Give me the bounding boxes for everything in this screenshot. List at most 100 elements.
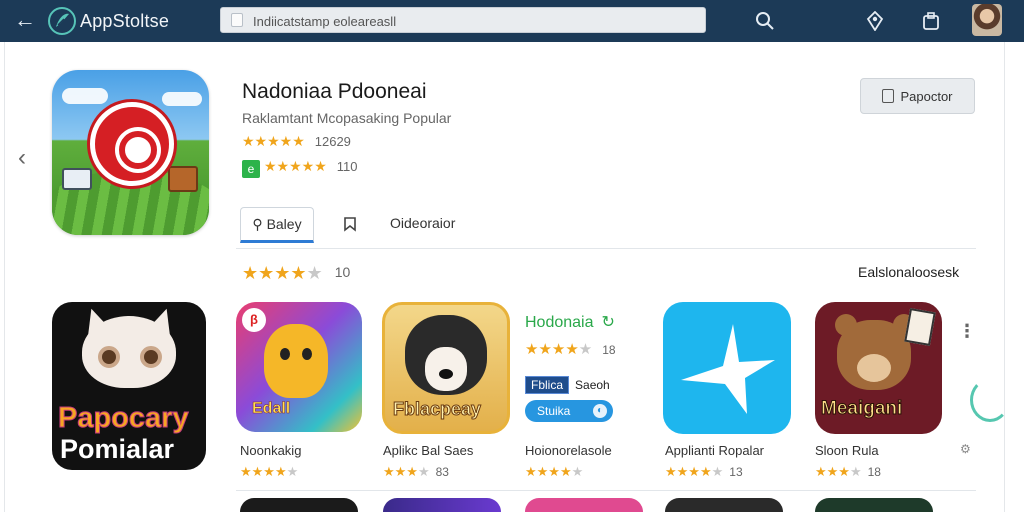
target-icon — [90, 102, 174, 186]
overall-rating: ★★★★★ 10 — [242, 263, 350, 284]
app-rating: ★★★★★ — [525, 464, 583, 480]
app-icon-bear[interactable]: Meaigani — [815, 302, 942, 434]
featured-app-title: Nadoniaa Pdooneai — [242, 80, 427, 103]
app-caption[interactable]: Aplikc Bal Saes — [383, 443, 473, 458]
app-icon-peek[interactable] — [665, 498, 783, 512]
fox-eye-shape — [280, 348, 290, 360]
featured-app-subtitle: Raklamtant Mcopasaking Popular — [242, 110, 452, 126]
truck-shape — [62, 168, 92, 190]
app-icon-peek[interactable] — [525, 498, 643, 512]
toggle-knob-icon: ◐ — [593, 404, 607, 418]
app-icon-star[interactable] — [663, 302, 791, 434]
cloud-shape — [62, 88, 108, 104]
star-rating-icon: ★★★★★ — [264, 158, 327, 174]
fox-eye-shape — [302, 348, 312, 360]
clipboard-icon — [882, 88, 895, 103]
cat-eye-shape — [98, 346, 120, 368]
more-options-icon[interactable]: ⋮ — [958, 322, 976, 342]
featured-app-icon[interactable] — [52, 70, 209, 235]
app-icon-text: Edall — [252, 400, 291, 418]
frame-border — [1004, 42, 1005, 512]
playing-card-shape — [904, 308, 936, 346]
app-icon-text: Meaigani — [820, 398, 903, 420]
green-badge-icon: e — [242, 160, 260, 178]
app-rating: ★★★★★ 18 — [525, 340, 616, 358]
featured-action-label: Papoctor — [900, 88, 953, 104]
star-logo-icon — [681, 324, 775, 414]
cloud-shape — [162, 92, 202, 106]
star-rating-icon: ★★★★★ — [240, 464, 299, 479]
partial-app-icon[interactable] — [970, 378, 1010, 422]
rating-count: 83 — [435, 465, 449, 479]
tab-search-icon: ⚲ — [252, 216, 267, 232]
dog-nose-shape — [439, 369, 453, 379]
search-icon[interactable] — [752, 8, 778, 34]
app-icon-peek[interactable] — [240, 498, 358, 512]
section-see-all-link[interactable]: Ealslonaloosesk — [858, 264, 962, 280]
overall-rating-value: 10 — [334, 264, 351, 280]
bear-muzzle-shape — [857, 354, 891, 382]
app-caption[interactable]: Sloon Rula — [815, 443, 879, 458]
tab-oideoraior[interactable]: Oideoraior — [390, 207, 480, 243]
app-icon-peek[interactable] — [815, 498, 933, 512]
app-icon-text: Papocary — [58, 402, 190, 435]
app-icon-fox[interactable]: β Edall — [236, 302, 362, 432]
sync-icon: ↻ — [601, 314, 615, 331]
app-rating: ★★★★ 18 — [815, 464, 881, 480]
star-rating-icon: ★★★★★ — [242, 263, 323, 283]
tab-baley[interactable]: ⚲ Baley — [240, 207, 314, 243]
app-rating: ★★★★ 83 — [383, 464, 449, 480]
star-rating-icon: ★★★★ — [383, 464, 430, 479]
avatar[interactable] — [972, 4, 1002, 36]
install-button-label: Stuika — [537, 404, 571, 418]
bookmark-icon — [344, 217, 356, 232]
row-divider — [236, 490, 976, 491]
star-rating-icon: ★★★★★ — [242, 133, 305, 149]
app-badge-icon: β — [242, 308, 266, 332]
search-bar[interactable] — [220, 7, 706, 33]
gear-icon[interactable]: ⚙ — [960, 442, 971, 456]
app-title-text: Hodonaia — [525, 314, 594, 331]
tab-bookmark[interactable] — [338, 207, 362, 243]
install-toggle-button[interactable]: Stuika ◐ — [525, 400, 613, 422]
tab-label: Baley — [266, 216, 302, 232]
app-rating: ★★★★★ 13 — [665, 464, 743, 480]
rating-count: 18 — [602, 343, 616, 357]
app-tag: Fblica Saeoh — [525, 376, 610, 394]
top-bar: ← AppStoltse — [0, 0, 1024, 42]
star-rating-icon: ★★★★★ — [525, 341, 593, 358]
app-caption[interactable]: Applianti Ropalar — [665, 443, 764, 458]
featured-action-button[interactable]: Papoctor — [860, 78, 975, 114]
star-rating-icon: ★★★★★ — [525, 464, 584, 479]
crate-shape — [168, 166, 198, 192]
logo-icon[interactable] — [48, 7, 76, 35]
search-input[interactable] — [253, 11, 693, 31]
location-pin-icon[interactable] — [862, 8, 888, 34]
rating-count: 110 — [336, 159, 358, 174]
app-icon-dog[interactable]: Fblacpeay — [382, 302, 510, 434]
rating-count: 18 — [867, 465, 881, 479]
app-caption[interactable]: Noonkakig — [240, 443, 301, 458]
back-arrow-icon[interactable]: ← — [12, 8, 38, 34]
chevron-left-icon[interactable]: ‹ — [18, 145, 38, 173]
app-caption[interactable]: Hoionorelasole — [525, 443, 612, 458]
app-title-green[interactable]: Hodonaia ↻ — [525, 312, 615, 332]
tab-divider — [236, 248, 976, 249]
featured-rating-primary: ★★★★★ 12629 — [242, 133, 351, 150]
rating-count: 12629 — [314, 134, 351, 149]
tag-box: Fblica — [525, 376, 570, 394]
cat-eye-shape — [140, 346, 162, 368]
star-rating-icon: ★★★★ — [815, 464, 862, 479]
app-rating: ★★★★★ — [240, 464, 298, 480]
app-icon-peek[interactable] — [383, 498, 501, 512]
search-field-icon — [231, 13, 243, 27]
brand-name[interactable]: AppStoltse — [80, 11, 169, 32]
featured-rating-secondary: e ★★★★★ 110 — [242, 158, 358, 178]
bag-icon[interactable] — [918, 8, 944, 34]
app-icon-cat[interactable]: Papocary Pomialar — [52, 302, 206, 470]
app-icon-text: Fblacpeay — [392, 399, 482, 420]
rating-count: 13 — [729, 465, 743, 479]
tag-text: Saeoh — [575, 378, 610, 392]
cat-face-shape — [82, 316, 176, 388]
app-icon-text: Pomialar — [60, 434, 175, 464]
